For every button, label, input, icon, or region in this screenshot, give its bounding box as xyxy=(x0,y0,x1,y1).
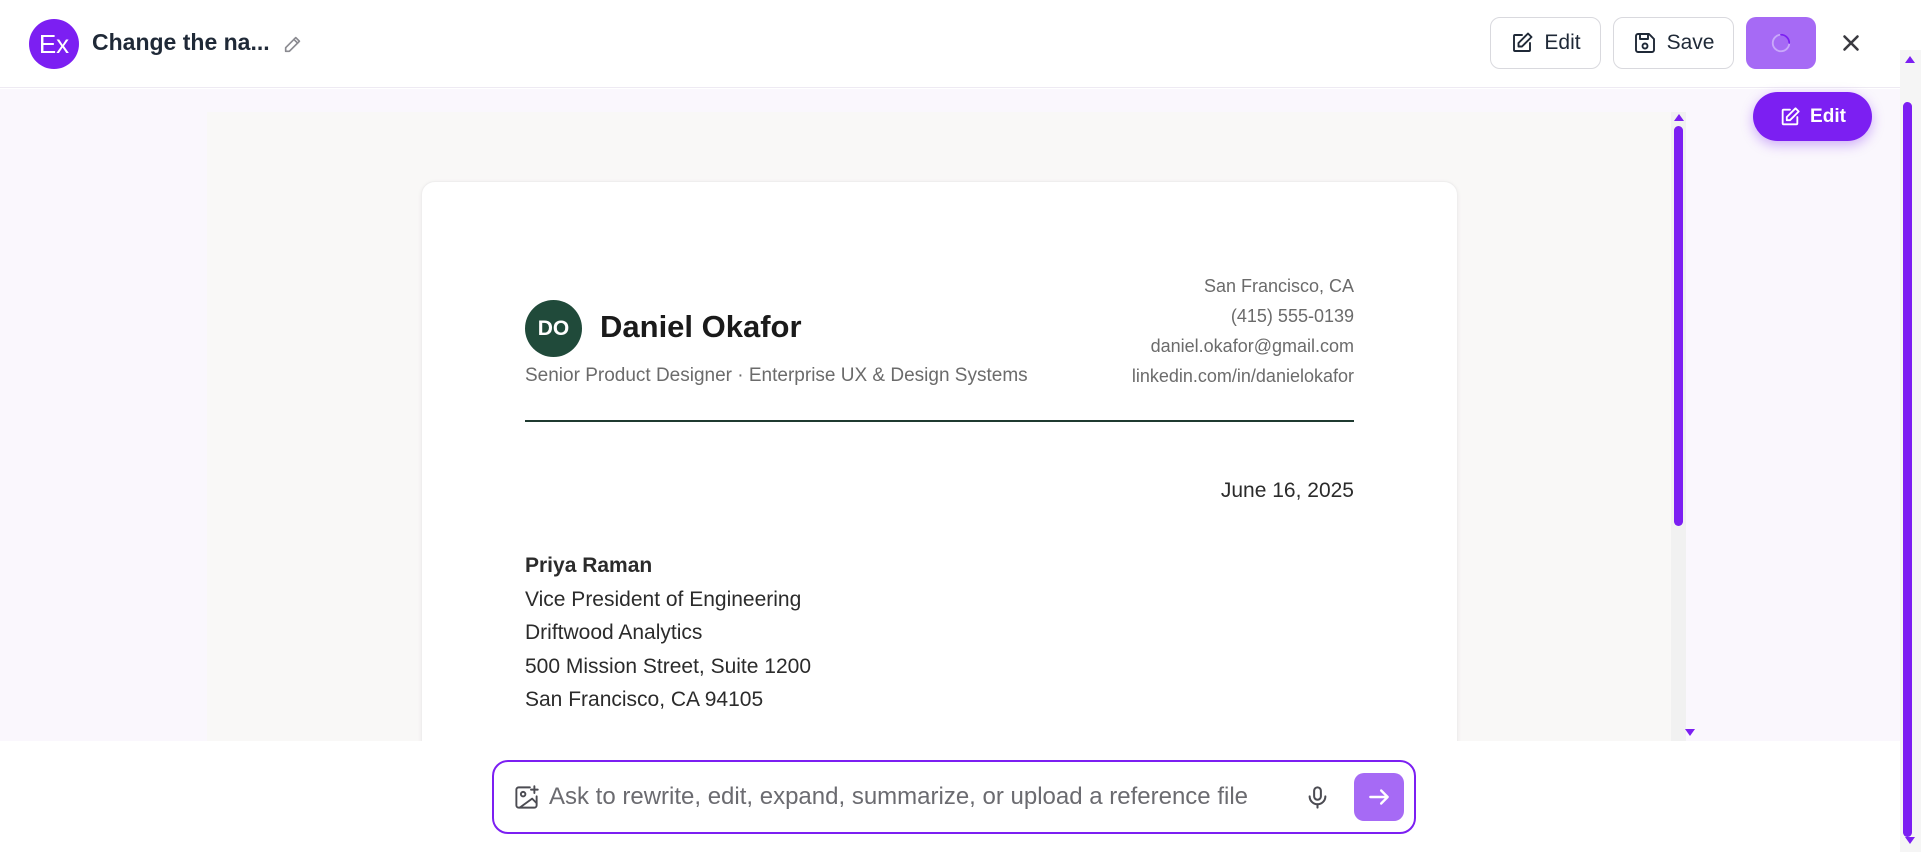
save-button-label: Save xyxy=(1666,31,1715,54)
processing-button[interactable] xyxy=(1746,17,1816,69)
contact-location: San Francisco, CA xyxy=(1203,276,1354,296)
square-pencil-icon xyxy=(1781,106,1800,125)
letter-date: June 16, 2025 xyxy=(1220,479,1354,502)
save-button[interactable]: Save xyxy=(1613,17,1734,69)
page-scroll-thumb[interactable] xyxy=(1903,102,1912,837)
contact-email: daniel.okafor@gmail.com xyxy=(1150,336,1354,356)
pencil-icon[interactable] xyxy=(282,33,304,55)
square-pencil-icon xyxy=(1513,32,1533,52)
page-scroll-down-arrow[interactable] xyxy=(1905,837,1915,844)
edit-button[interactable]: Edit xyxy=(1490,17,1601,69)
recipient-city: San Francisco, CA 94105 xyxy=(525,688,764,711)
image-plus-icon[interactable] xyxy=(513,784,540,811)
app-header: Ex Change the na... Edit Save xyxy=(0,0,1921,88)
contact-linkedin: linkedin.com/in/danielokafor xyxy=(1131,366,1354,386)
sender-role: Senior Product Designer · Enterprise UX … xyxy=(525,365,1028,386)
document-scroll-up-arrow[interactable] xyxy=(1674,114,1684,121)
recipient-name: Priya Raman xyxy=(525,554,653,577)
arrow-right-icon xyxy=(1369,789,1389,805)
contact-phone: (415) 555-0139 xyxy=(1230,306,1354,326)
edit-button-label: Edit xyxy=(1544,31,1581,54)
recipient-street: 500 Mission Street, Suite 1200 xyxy=(525,655,812,678)
floating-edit-label: Edit xyxy=(1810,105,1846,127)
document-scroll-down-arrow[interactable] xyxy=(1685,729,1695,736)
document-scroll-thumb[interactable] xyxy=(1674,126,1683,526)
floppy-disk-icon xyxy=(1634,33,1655,53)
page-scroll-up-arrow[interactable] xyxy=(1905,56,1915,63)
sender-monogram: DO xyxy=(525,300,582,357)
floating-edit-button[interactable]: Edit xyxy=(1753,92,1872,141)
send-button[interactable] xyxy=(1354,773,1404,821)
microphone-icon[interactable] xyxy=(1304,783,1331,812)
prompt-input[interactable] xyxy=(549,781,1284,813)
header-divider xyxy=(525,420,1354,422)
close-icon[interactable] xyxy=(1838,30,1864,56)
spinner-icon xyxy=(1771,33,1791,53)
sender-name: Daniel Okafor xyxy=(600,309,802,344)
recipient-company: Driftwood Analytics xyxy=(525,621,703,644)
document-title[interactable]: Change the na... xyxy=(92,29,270,56)
recipient-title: Vice President of Engineering xyxy=(525,588,802,611)
app-avatar: Ex xyxy=(29,19,79,69)
